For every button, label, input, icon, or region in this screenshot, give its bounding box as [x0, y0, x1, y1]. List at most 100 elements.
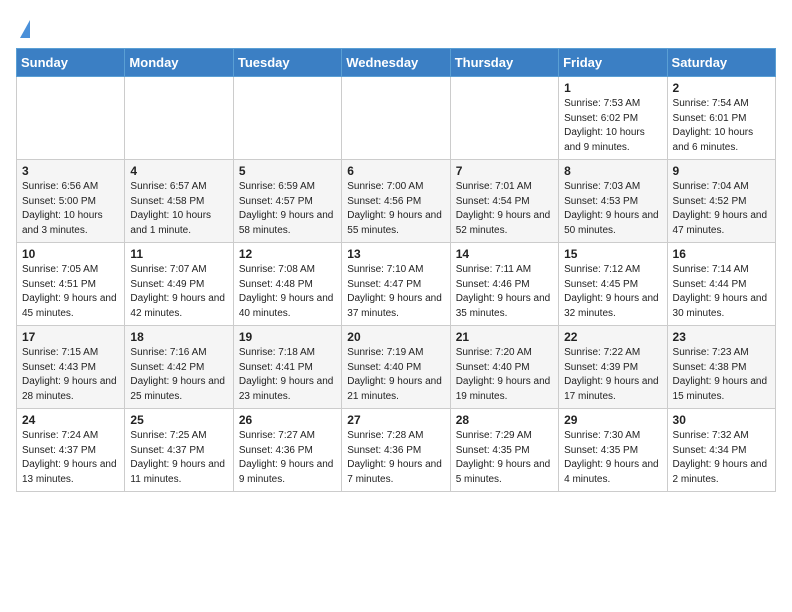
day-number: 11: [130, 247, 227, 261]
calendar-week-3: 10 Sunrise: 7:05 AM Sunset: 4:51 PM Dayli…: [17, 243, 776, 326]
calendar-cell: 1 Sunrise: 7:53 AM Sunset: 6:02 PM Daylig…: [559, 77, 667, 160]
day-number: 10: [22, 247, 119, 261]
calendar-cell: 20 Sunrise: 7:19 AM Sunset: 4:40 PM Dayli…: [342, 326, 450, 409]
calendar-cell: 28 Sunrise: 7:29 AM Sunset: 4:35 PM Dayli…: [450, 409, 558, 492]
logo-triangle-icon: [20, 20, 30, 38]
calendar-week-5: 24 Sunrise: 7:24 AM Sunset: 4:37 PM Dayli…: [17, 409, 776, 492]
calendar-week-1: 1 Sunrise: 7:53 AM Sunset: 6:02 PM Daylig…: [17, 77, 776, 160]
calendar-cell: 6 Sunrise: 7:00 AM Sunset: 4:56 PM Daylig…: [342, 160, 450, 243]
calendar-cell: [342, 77, 450, 160]
day-number: 3: [22, 164, 119, 178]
day-info: Sunrise: 6:57 AM Sunset: 4:58 PM Dayligh…: [130, 180, 227, 238]
day-info: Sunrise: 7:15 AM Sunset: 4:43 PM Dayligh…: [22, 346, 119, 404]
calendar-cell: 27Sunrise: 7:28 AM Sunset: 4:36 PM Dayli…: [342, 409, 450, 492]
day-info: Sunrise: 7:20 AM Sunset: 4:40 PM Dayligh…: [456, 346, 553, 404]
calendar-cell: 17 Sunrise: 7:15 AM Sunset: 4:43 PM Dayli…: [17, 326, 125, 409]
day-info: Sunrise: 7:27 AM Sunset: 4:36 PM Dayligh…: [239, 429, 336, 487]
calendar-cell: 4 Sunrise: 6:57 AM Sunset: 4:58 PM Daylig…: [125, 160, 233, 243]
day-number: 14: [456, 247, 553, 261]
day-number: 4: [130, 164, 227, 178]
day-info: Sunrise: 7:11 AM Sunset: 4:46 PM Dayligh…: [456, 263, 553, 321]
day-info: Sunrise: 7:12 AM Sunset: 4:45 PM Dayligh…: [564, 263, 661, 321]
day-number: 21: [456, 330, 553, 344]
day-info: Sunrise: 7:19 AM Sunset: 4:40 PM Dayligh…: [347, 346, 444, 404]
day-info: Sunrise: 7:18 AM Sunset: 4:41 PM Dayligh…: [239, 346, 336, 404]
weekday-header-sunday: Sunday: [17, 49, 125, 77]
calendar-cell: 15 Sunrise: 7:12 AM Sunset: 4:45 PM Dayli…: [559, 243, 667, 326]
weekday-header-wednesday: Wednesday: [342, 49, 450, 77]
day-info: Sunrise: 7:23 AM Sunset: 4:38 PM Dayligh…: [673, 346, 770, 404]
day-info: Sunrise: 7:08 AM Sunset: 4:48 PM Dayligh…: [239, 263, 336, 321]
day-info: Sunrise: 7:04 AM Sunset: 4:52 PM Dayligh…: [673, 180, 770, 238]
day-info: Sunrise: 7:54 AM Sunset: 6:01 PM Dayligh…: [673, 97, 770, 155]
calendar-cell: 7 Sunrise: 7:01 AM Sunset: 4:54 PM Daylig…: [450, 160, 558, 243]
day-number: 25: [130, 413, 227, 427]
calendar-cell: [17, 77, 125, 160]
day-info: Sunrise: 7:10 AM Sunset: 4:47 PM Dayligh…: [347, 263, 444, 321]
calendar-cell: [125, 77, 233, 160]
day-info: Sunrise: 7:32 AM Sunset: 4:34 PM Dayligh…: [673, 429, 770, 487]
calendar-cell: 10 Sunrise: 7:05 AM Sunset: 4:51 PM Dayli…: [17, 243, 125, 326]
calendar-cell: 24 Sunrise: 7:24 AM Sunset: 4:37 PM Dayli…: [17, 409, 125, 492]
day-number: 16: [673, 247, 770, 261]
day-number: 18: [130, 330, 227, 344]
day-info: Sunrise: 6:59 AM Sunset: 4:57 PM Dayligh…: [239, 180, 336, 238]
day-info: Sunrise: 7:14 AM Sunset: 4:44 PM Dayligh…: [673, 263, 770, 321]
calendar-week-2: 3 Sunrise: 6:56 AM Sunset: 5:00 PM Daylig…: [17, 160, 776, 243]
calendar-cell: 3 Sunrise: 6:56 AM Sunset: 5:00 PM Daylig…: [17, 160, 125, 243]
calendar-week-4: 17 Sunrise: 7:15 AM Sunset: 4:43 PM Dayli…: [17, 326, 776, 409]
day-number: 20: [347, 330, 444, 344]
calendar-cell: 18 Sunrise: 7:16 AM Sunset: 4:42 PM Dayli…: [125, 326, 233, 409]
day-number: 22: [564, 330, 661, 344]
calendar-cell: 19Sunrise: 7:18 AM Sunset: 4:41 PM Dayli…: [233, 326, 341, 409]
calendar-cell: 22 Sunrise: 7:22 AM Sunset: 4:39 PM Dayli…: [559, 326, 667, 409]
day-info: Sunrise: 7:24 AM Sunset: 4:37 PM Dayligh…: [22, 429, 119, 487]
calendar-cell: [233, 77, 341, 160]
calendar-cell: 13 Sunrise: 7:10 AM Sunset: 4:47 PM Dayli…: [342, 243, 450, 326]
day-info: Sunrise: 7:22 AM Sunset: 4:39 PM Dayligh…: [564, 346, 661, 404]
day-number: 26: [239, 413, 336, 427]
day-number: 5: [239, 164, 336, 178]
calendar-cell: 2 Sunrise: 7:54 AM Sunset: 6:01 PM Daylig…: [667, 77, 775, 160]
day-number: 24: [22, 413, 119, 427]
day-number: 12: [239, 247, 336, 261]
day-info: Sunrise: 7:53 AM Sunset: 6:02 PM Dayligh…: [564, 97, 661, 155]
day-info: Sunrise: 6:56 AM Sunset: 5:00 PM Dayligh…: [22, 180, 119, 238]
day-number: 1: [564, 81, 661, 95]
day-number: 7: [456, 164, 553, 178]
weekday-header-friday: Friday: [559, 49, 667, 77]
day-number: 2: [673, 81, 770, 95]
day-number: 17: [22, 330, 119, 344]
day-number: 23: [673, 330, 770, 344]
calendar-cell: 25 Sunrise: 7:25 AM Sunset: 4:37 PM Dayli…: [125, 409, 233, 492]
day-info: Sunrise: 7:01 AM Sunset: 4:54 PM Dayligh…: [456, 180, 553, 238]
day-number: 13: [347, 247, 444, 261]
calendar-cell: 12 Sunrise: 7:08 AM Sunset: 4:48 PM Dayli…: [233, 243, 341, 326]
weekday-header-saturday: Saturday: [667, 49, 775, 77]
day-info: Sunrise: 7:28 AM Sunset: 4:36 PM Dayligh…: [347, 429, 444, 487]
day-number: 29: [564, 413, 661, 427]
calendar-cell: 5 Sunrise: 6:59 AM Sunset: 4:57 PM Daylig…: [233, 160, 341, 243]
day-number: 9: [673, 164, 770, 178]
calendar-cell: 16 Sunrise: 7:14 AM Sunset: 4:44 PM Dayli…: [667, 243, 775, 326]
day-number: 30: [673, 413, 770, 427]
calendar-cell: 11Sunrise: 7:07 AM Sunset: 4:49 PM Dayli…: [125, 243, 233, 326]
calendar-table: SundayMondayTuesdayWednesdayThursdayFrid…: [16, 48, 776, 492]
logo: [16, 16, 30, 38]
calendar-cell: 26 Sunrise: 7:27 AM Sunset: 4:36 PM Dayli…: [233, 409, 341, 492]
day-number: 6: [347, 164, 444, 178]
day-info: Sunrise: 7:00 AM Sunset: 4:56 PM Dayligh…: [347, 180, 444, 238]
calendar-cell: 29 Sunrise: 7:30 AM Sunset: 4:35 PM Dayli…: [559, 409, 667, 492]
day-info: Sunrise: 7:05 AM Sunset: 4:51 PM Dayligh…: [22, 263, 119, 321]
day-info: Sunrise: 7:30 AM Sunset: 4:35 PM Dayligh…: [564, 429, 661, 487]
day-info: Sunrise: 7:29 AM Sunset: 4:35 PM Dayligh…: [456, 429, 553, 487]
weekday-header-tuesday: Tuesday: [233, 49, 341, 77]
day-info: Sunrise: 7:16 AM Sunset: 4:42 PM Dayligh…: [130, 346, 227, 404]
day-info: Sunrise: 7:25 AM Sunset: 4:37 PM Dayligh…: [130, 429, 227, 487]
weekday-header-thursday: Thursday: [450, 49, 558, 77]
weekday-header-monday: Monday: [125, 49, 233, 77]
day-number: 15: [564, 247, 661, 261]
day-number: 28: [456, 413, 553, 427]
page-header: [16, 16, 776, 38]
calendar-cell: 8Sunrise: 7:03 AM Sunset: 4:53 PM Daylig…: [559, 160, 667, 243]
